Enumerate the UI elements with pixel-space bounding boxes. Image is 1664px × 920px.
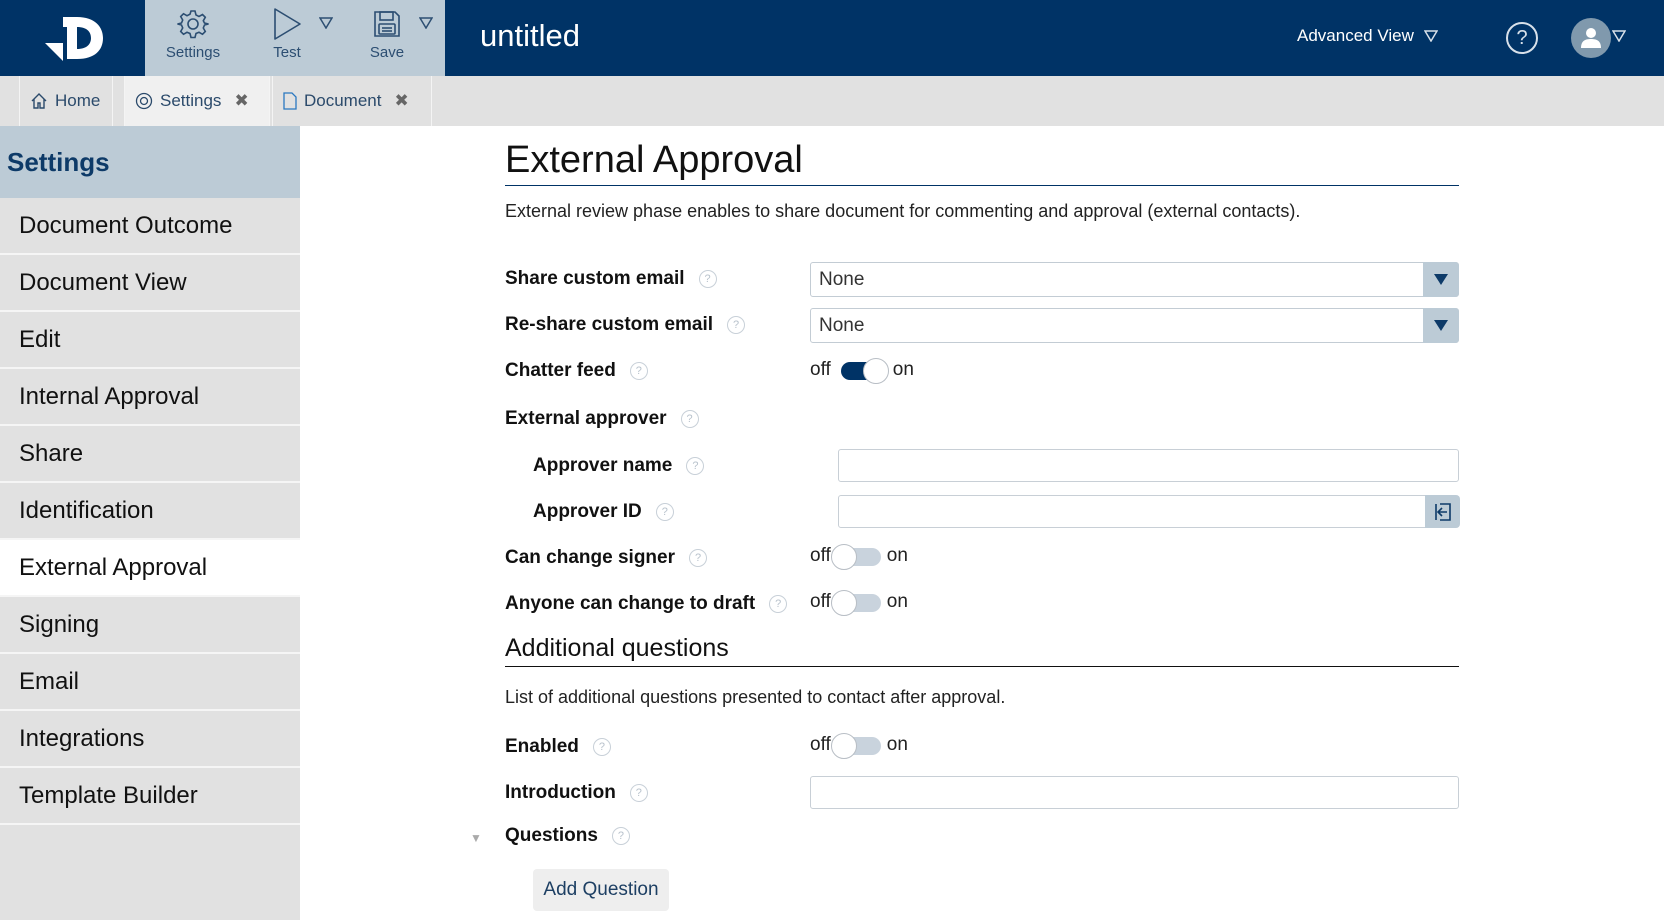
logo-icon <box>44 17 103 61</box>
home-icon <box>31 93 47 109</box>
questions-label: Questions ? <box>505 825 630 847</box>
view-selector[interactable]: Advanced View <box>1297 26 1438 46</box>
help-icon[interactable]: ? <box>1506 22 1538 54</box>
anyone-can-change-to-draft-label: Anyone can change to draft ? <box>505 593 788 615</box>
approver-id-input-wrap <box>838 495 1426 528</box>
chevron-down-icon <box>419 17 433 29</box>
help-icon[interactable]: ? <box>727 316 746 334</box>
tab-label: Document <box>304 91 382 110</box>
document-title[interactable]: untitled <box>480 18 580 54</box>
collapse-caret-icon[interactable]: ▼ <box>470 831 482 845</box>
help-icon[interactable]: ? <box>680 410 699 428</box>
close-icon[interactable]: ✖ <box>234 91 248 111</box>
sidebar-item-email[interactable]: Email <box>0 654 300 711</box>
chevron-down-icon <box>1611 30 1627 43</box>
gear-icon <box>135 92 153 110</box>
page-description: External review phase enables to share d… <box>505 201 1301 221</box>
save-button[interactable]: Save <box>359 0 415 76</box>
enabled-toggle-group: off on <box>810 733 908 759</box>
sidebar-item-identification[interactable]: Identification <box>0 483 300 540</box>
play-icon <box>272 6 302 42</box>
tab-document[interactable]: Document ✖ <box>272 76 432 126</box>
user-menu-caret[interactable] <box>1611 29 1627 47</box>
user-icon <box>1581 28 1601 48</box>
approver-name-input-wrap <box>838 449 1459 482</box>
chatter-feed-toggle[interactable] <box>839 358 889 384</box>
sidebar-item-document-outcome[interactable]: Document Outcome <box>0 198 300 255</box>
can-change-signer-label: Can change signer ? <box>505 547 707 569</box>
sidebar-item-share[interactable]: Share <box>0 426 300 483</box>
gear-icon <box>177 6 209 42</box>
test-button[interactable]: Test <box>259 0 315 76</box>
main-content: External Approval External review phase … <box>300 126 1664 920</box>
page-title: External Approval <box>505 137 1459 186</box>
enabled-toggle[interactable] <box>830 733 881 759</box>
sidebar: Settings Document Outcome Document View … <box>0 126 300 920</box>
dropdown-arrow-icon[interactable] <box>1423 262 1459 297</box>
sidebar-title: Settings <box>0 126 300 198</box>
help-icon[interactable]: ? <box>769 595 788 613</box>
additional-questions-description: List of additional questions presented t… <box>505 687 1006 707</box>
can-change-signer-toggle-group: off on <box>810 544 908 570</box>
anyone-can-change-to-draft-toggle-group: off on <box>810 590 908 616</box>
settings-button[interactable]: Settings <box>161 0 225 76</box>
tabs-bar: Home Settings ✖ Document ✖ <box>0 76 1664 126</box>
external-approver-label: External approver ? <box>505 408 699 430</box>
avatar[interactable] <box>1571 18 1611 58</box>
help-icon[interactable]: ? <box>629 784 648 802</box>
chevron-down-icon <box>319 17 333 29</box>
approver-name-input[interactable] <box>839 450 1458 481</box>
introduction-input[interactable] <box>811 777 1458 808</box>
reshare-custom-email-select[interactable]: None <box>810 308 1459 343</box>
chevron-down-icon <box>1423 30 1438 42</box>
sidebar-item-document-view[interactable]: Document View <box>0 255 300 312</box>
approver-name-label: Approver name ? <box>533 455 705 477</box>
help-icon[interactable]: ? <box>689 549 707 567</box>
chatter-feed-label: Chatter feed ? <box>505 360 648 382</box>
help-icon[interactable]: ? <box>655 503 674 521</box>
can-change-signer-toggle[interactable] <box>830 544 881 570</box>
lookup-button[interactable] <box>1425 495 1460 528</box>
sidebar-item-integrations[interactable]: Integrations <box>0 711 300 768</box>
close-icon[interactable]: ✖ <box>394 91 408 111</box>
sidebar-item-external-approval[interactable]: External Approval <box>0 540 300 597</box>
document-icon <box>283 92 297 110</box>
help-icon[interactable]: ? <box>611 827 630 845</box>
login-arrow-icon <box>1434 502 1451 521</box>
help-icon[interactable]: ? <box>592 738 611 756</box>
reshare-custom-email-label: Re-share custom email ? <box>505 314 746 336</box>
logo[interactable] <box>0 0 145 76</box>
test-dropdown-caret[interactable] <box>317 14 335 32</box>
sidebar-item-signing[interactable]: Signing <box>0 597 300 654</box>
tab-label: Settings <box>160 91 222 110</box>
sidebar-item-template-builder[interactable]: Template Builder <box>0 768 300 825</box>
help-icon[interactable]: ? <box>698 270 717 288</box>
toolbar: Settings Test Save <box>145 0 445 76</box>
share-custom-email-label: Share custom email ? <box>505 268 717 290</box>
tab-home[interactable]: Home <box>19 76 113 126</box>
enabled-label: Enabled ? <box>505 736 611 758</box>
approver-id-input[interactable] <box>839 496 1425 527</box>
sidebar-item-edit[interactable]: Edit <box>0 312 300 369</box>
tab-label: Home <box>55 91 101 110</box>
approver-id-label: Approver ID ? <box>533 501 674 523</box>
anyone-can-change-to-draft-toggle[interactable] <box>830 590 881 616</box>
introduction-label: Introduction ? <box>505 782 648 804</box>
help-icon[interactable]: ? <box>629 362 648 380</box>
floppy-disk-icon <box>372 6 402 42</box>
help-icon[interactable]: ? <box>686 457 705 475</box>
save-dropdown-caret[interactable] <box>417 14 435 32</box>
add-question-button[interactable]: Add Question <box>533 869 669 911</box>
top-bar: Settings Test Save untitled Advanced Vie… <box>0 0 1664 76</box>
sidebar-item-internal-approval[interactable]: Internal Approval <box>0 369 300 426</box>
dropdown-arrow-icon[interactable] <box>1423 308 1459 343</box>
tab-settings[interactable]: Settings ✖ <box>124 76 270 126</box>
share-custom-email-select[interactable]: None <box>810 262 1459 297</box>
additional-questions-heading: Additional questions <box>505 632 1459 667</box>
view-selector-label: Advanced View <box>1297 26 1414 45</box>
chatter-feed-toggle-group: off on <box>810 358 914 384</box>
introduction-input-wrap <box>810 776 1459 809</box>
